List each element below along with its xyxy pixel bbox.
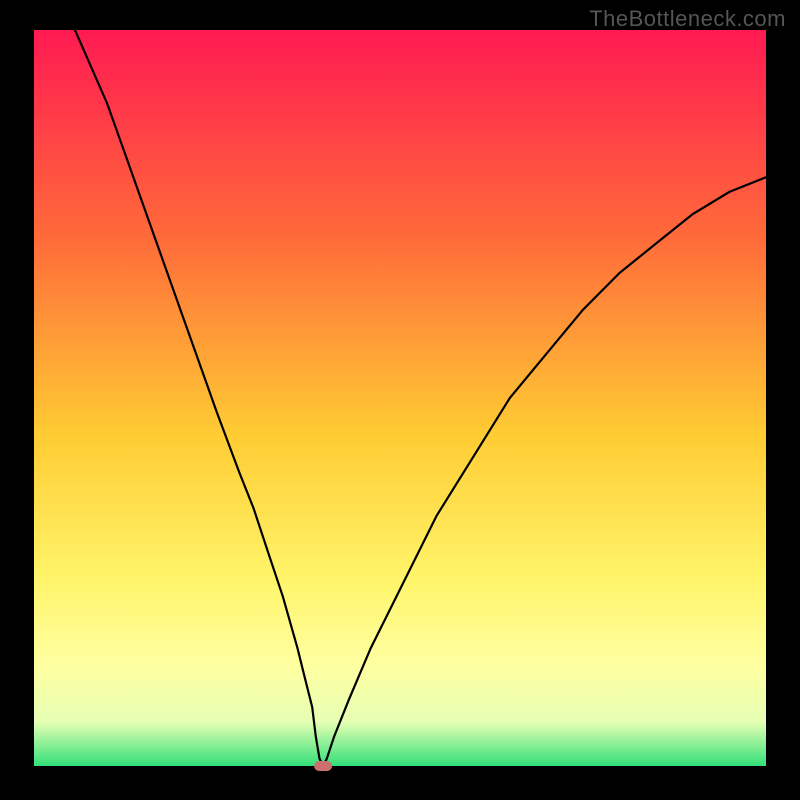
gradient-background	[34, 30, 766, 766]
watermark-text: TheBottleneck.com	[589, 6, 786, 32]
chart-frame: TheBottleneck.com	[0, 0, 800, 800]
optimal-marker	[314, 761, 332, 771]
bottleneck-chart	[0, 0, 800, 800]
